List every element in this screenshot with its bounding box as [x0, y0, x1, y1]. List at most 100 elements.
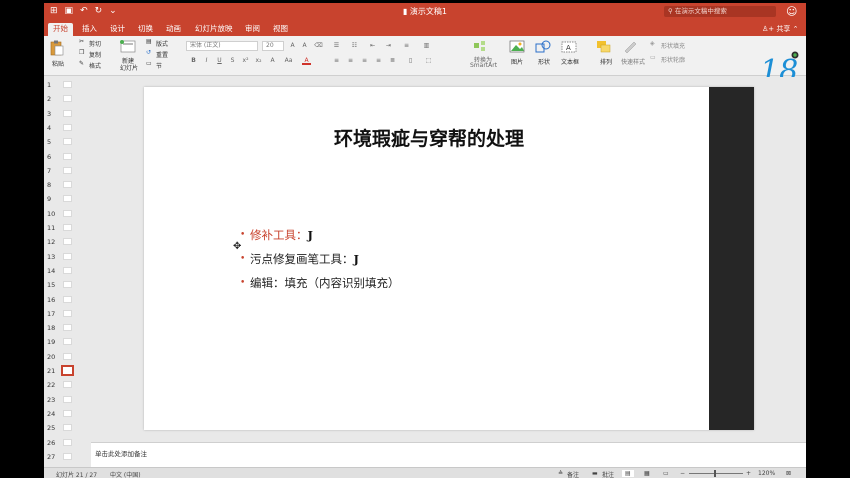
tab-animations[interactable]: 动画 [161, 23, 186, 36]
slide-thumbnail[interactable]: 27 [47, 450, 89, 464]
picture-label[interactable]: 图片 [511, 57, 523, 66]
font-shrink-icon[interactable]: A [300, 42, 309, 50]
slide-thumbnail[interactable]: 18 [47, 321, 89, 335]
slide-thumbnail-preview[interactable] [63, 338, 72, 346]
layout-button[interactable]: 版式 [156, 39, 168, 48]
slide-thumbnail[interactable]: 20 [47, 350, 89, 364]
section-icon[interactable]: ▭ [146, 60, 152, 67]
slide-thumbnail-preview[interactable] [63, 238, 72, 246]
format-painter-button[interactable]: 格式 [89, 61, 101, 70]
notes-pane[interactable]: 单击此处添加备注 [91, 442, 806, 467]
collapse-ribbon-icon[interactable]: ⌃ [793, 25, 799, 33]
font-name-select[interactable]: 宋体 (正文) [186, 41, 258, 51]
slide-thumbnail-preview[interactable] [63, 95, 72, 103]
distribute-icon[interactable]: ≣ [388, 57, 397, 65]
slide-thumbnail-preview[interactable] [63, 123, 72, 131]
columns-icon[interactable]: ▥ [422, 42, 431, 50]
slide-thumbnail[interactable]: 10 [47, 207, 89, 221]
slide-thumbnail-preview[interactable] [63, 324, 72, 332]
cut-icon[interactable]: ✂ [79, 38, 84, 45]
copy-icon[interactable]: ❐ [79, 49, 84, 56]
arrange-icon[interactable] [596, 40, 612, 53]
picture-icon[interactable] [509, 40, 525, 53]
tab-review[interactable]: 审阅 [240, 23, 265, 36]
bold-icon[interactable]: B [189, 57, 198, 65]
reset-icon[interactable]: ↺ [146, 49, 151, 56]
slide-thumbnail[interactable]: 15 [47, 278, 89, 292]
zoom-slider[interactable] [689, 470, 743, 477]
slide-thumbnail[interactable]: 8 [47, 178, 89, 192]
arrange-label[interactable]: 排列 [600, 57, 612, 66]
slide-bullet-list[interactable]: • 修补工具： J • 污点修复画笔工具： J • 编辑：填充（内容识别填充） [240, 223, 400, 295]
shape-fill-icon[interactable]: ◈ [650, 40, 655, 47]
underline-icon[interactable]: U [215, 57, 224, 65]
slide-thumbnail[interactable]: 5 [47, 135, 89, 149]
tab-transitions[interactable]: 切换 [133, 23, 158, 36]
slide-thumbnail-preview[interactable] [63, 224, 72, 231]
align-left-icon[interactable]: ≡ [332, 57, 341, 65]
slide-thumbnail[interactable]: 26 [47, 436, 89, 450]
shape-outline-button[interactable]: 形状轮廓 [661, 55, 685, 64]
notes-toggle-button[interactable]: 备注 [567, 470, 579, 478]
paste-icon[interactable] [50, 40, 64, 56]
slide-thumbnail-preview[interactable] [63, 195, 72, 203]
feedback-smiley-icon[interactable]: ☺ [786, 5, 797, 18]
reading-view-icon[interactable]: ▭ [663, 470, 669, 477]
strikethrough-icon[interactable]: S [228, 57, 237, 65]
slide-thumbnail-preview[interactable] [63, 452, 72, 460]
slide-thumbnail[interactable]: 22 [47, 378, 89, 392]
align-center-icon[interactable]: ≡ [346, 57, 355, 65]
text-effects-icon[interactable]: A [268, 57, 277, 65]
tab-insert[interactable]: 插入 [77, 23, 102, 36]
slide-thumbnail[interactable]: 1 [47, 78, 89, 92]
shape-outline-icon[interactable]: ▭ [650, 54, 656, 61]
slide-thumbnail[interactable]: 16 [47, 293, 89, 307]
slide-thumbnail[interactable]: 25 [47, 421, 89, 435]
slide-thumbnail-preview[interactable] [63, 81, 72, 88]
font-color-icon[interactable]: A [302, 57, 311, 65]
increase-indent-icon[interactable]: ⇥ [384, 42, 393, 50]
slide-thumbnail-preview[interactable] [63, 166, 72, 174]
subscript-icon[interactable]: x₂ [254, 57, 263, 65]
slide-thumbnail[interactable]: 11 [47, 221, 89, 235]
align-right-icon[interactable]: ≡ [360, 57, 369, 65]
slide-thumbnail[interactable]: 24 [47, 407, 89, 421]
slide-thumbnail-preview[interactable] [63, 266, 72, 274]
smartart-icon[interactable] [473, 40, 491, 52]
line-spacing-icon[interactable]: ≡ [402, 42, 411, 50]
font-grow-icon[interactable]: A [288, 42, 297, 50]
section-button[interactable]: 节 [156, 61, 162, 70]
shape-fill-button[interactable]: 形状填充 [661, 41, 685, 50]
slide-thumbnail[interactable]: 21 [47, 364, 89, 378]
superscript-icon[interactable]: x² [241, 57, 250, 65]
slide-thumbnail[interactable]: 23 [47, 393, 89, 407]
slide-thumbnail[interactable]: 17 [47, 307, 89, 321]
quick-styles-label[interactable]: 快速样式 [621, 57, 645, 66]
tab-design[interactable]: 设计 [105, 23, 130, 36]
language-indicator[interactable]: 中文 (中国) [110, 470, 141, 478]
tab-slideshow[interactable]: 幻灯片放映 [190, 23, 238, 36]
slide-thumbnail-preview[interactable] [63, 409, 72, 417]
slide-thumbnail-preview[interactable] [63, 181, 72, 189]
slide-thumbnail-preview[interactable] [61, 365, 74, 376]
slide-thumbnail-preview[interactable] [63, 352, 72, 360]
slide-sorter-icon[interactable]: ▦ [644, 470, 650, 477]
slide-thumbnail-preview[interactable] [63, 281, 72, 289]
slide-thumbnail-preview[interactable] [63, 109, 72, 117]
slide-thumbnail-preview[interactable] [63, 395, 72, 403]
tab-home[interactable]: 开始 [48, 23, 73, 36]
shapes-icon[interactable] [534, 39, 552, 54]
copy-button[interactable]: 复制 [89, 50, 101, 59]
text-direction-icon[interactable]: ▯ [406, 57, 415, 65]
zoom-out-icon[interactable]: − [680, 470, 685, 477]
comments-button[interactable]: 批注 [602, 470, 614, 478]
new-slide-icon[interactable] [120, 40, 136, 54]
slide-thumbnail-preview[interactable] [63, 209, 72, 217]
comments-icon[interactable]: ▬ [592, 470, 598, 477]
bullets-icon[interactable]: ☰ [332, 42, 341, 50]
slide-thumbnail-preview[interactable] [63, 381, 72, 389]
zoom-in-icon[interactable]: + [746, 470, 751, 477]
tab-view[interactable]: 视图 [268, 23, 293, 36]
slide-thumbnail-preview[interactable] [63, 438, 72, 446]
slide-thumbnail[interactable]: 9 [47, 192, 89, 206]
